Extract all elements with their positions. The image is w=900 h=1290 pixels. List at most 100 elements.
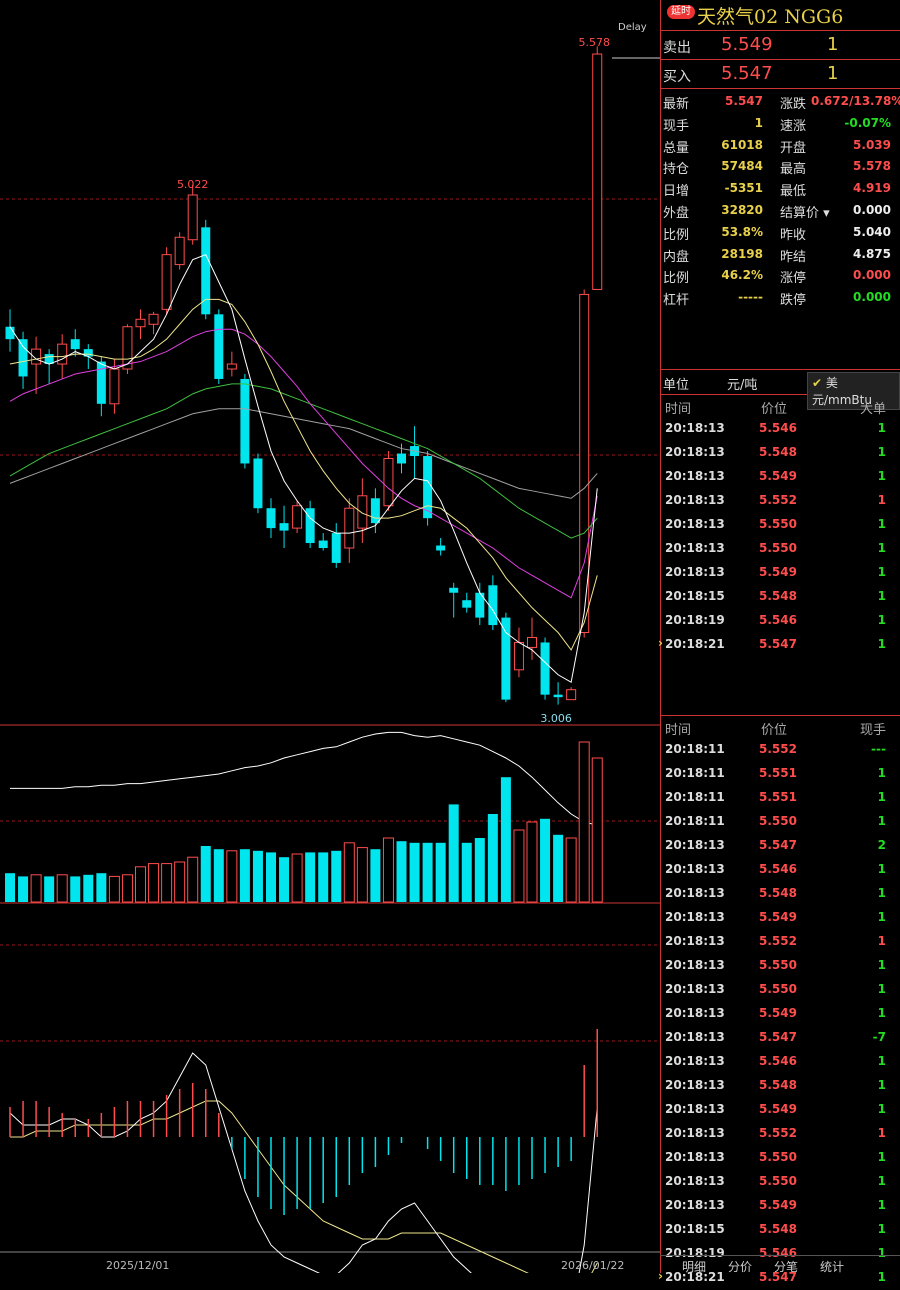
low-price-label: 3.006	[540, 712, 572, 725]
bottom-tabs: 明细 分价 分笔 统计	[660, 1255, 900, 1274]
tick-row[interactable]: 20:18:13 5.549 1	[661, 1098, 900, 1122]
volume-bar	[266, 852, 276, 902]
stat-label: 最低	[780, 184, 807, 200]
candle-body	[527, 636, 537, 648]
volume-bar	[565, 837, 577, 903]
bid-label: 买入	[663, 69, 691, 85]
stat-label: 日增	[663, 184, 690, 200]
stat-label: 涨跌	[780, 97, 807, 112]
big-order-row[interactable]: 20:18:13 5.549 1	[661, 465, 900, 489]
tick-price: 5.550	[759, 982, 797, 996]
tick-price: 5.549	[759, 910, 797, 924]
tick-time: 20:18:11	[665, 814, 725, 828]
stat-value: -0.07%	[844, 115, 891, 130]
tick-row[interactable]: 20:18:13 5.550 1	[661, 1170, 900, 1194]
tick-price: 5.550	[759, 541, 797, 555]
tick-volume: 1	[877, 1222, 886, 1236]
tick-volume: 1	[877, 982, 886, 996]
tick-price: 5.550	[759, 814, 797, 828]
tick-row[interactable]: 20:18:13 5.549 1	[661, 1002, 900, 1026]
unit-option-yuan[interactable]: 元/吨	[727, 374, 757, 393]
tick-list[interactable]: 时间 价位 现手 20:18:11 5.552 --- 20:18:11 5.551 1 2…	[658, 716, 900, 1290]
tick-time: 20:18:13	[665, 910, 725, 924]
big-order-row[interactable]: 20:18:13 5.549 1	[661, 561, 900, 585]
tick-volume: 1	[877, 637, 886, 651]
tick-time: 20:18:13	[665, 565, 725, 579]
big-order-row[interactable]: 20:18:15 5.548 1	[661, 585, 900, 609]
tick-row[interactable]: 20:18:11 5.551 1	[661, 762, 900, 786]
tick-row[interactable]: 20:18:11 5.552 ---	[661, 738, 900, 762]
tick-time: 20:18:13	[665, 886, 725, 900]
volume-bar	[591, 757, 603, 903]
tick-row[interactable]: 20:18:13 5.552 1	[661, 930, 900, 954]
tick-row[interactable]: 20:18:13 5.547 2	[661, 834, 900, 858]
last-high-price-label: 5.578	[579, 36, 611, 49]
big-order-list[interactable]: 时间 价位 大单 20:18:13 5.546 1 20:18:13 5.548 1 20:…	[658, 395, 900, 716]
tick-price: 5.550	[759, 517, 797, 531]
tick-row[interactable]: 20:18:13 5.547 -7	[661, 1026, 900, 1050]
stat-label: 内盘	[663, 249, 690, 265]
volume-bar	[343, 842, 355, 903]
col-time: 时间	[665, 402, 692, 417]
tick-row[interactable]: 20:18:13 5.546 1	[661, 858, 900, 882]
candle-body	[18, 339, 28, 377]
kline-chart-area[interactable]: Delay 5.022 5.578 3.006	[0, 0, 660, 1290]
tick-volume: 1	[877, 934, 886, 948]
big-order-row[interactable]: 20:18:13 5.548 1	[661, 441, 900, 465]
stat-row: 比例 46.2% 涨停 0.000	[661, 265, 900, 287]
ask-row[interactable]: 卖出 5.549 1	[661, 31, 900, 60]
tab-trades[interactable]: 分笔	[774, 1258, 798, 1275]
tick-price: 5.551	[759, 766, 797, 780]
stat-label: 外盘	[663, 205, 690, 221]
tick-row[interactable]: 20:18:11 5.551 1	[661, 786, 900, 810]
tick-row[interactable]: 20:18:13 5.552 1	[661, 1122, 900, 1146]
volume-bar	[135, 866, 146, 903]
volume-bar	[30, 874, 42, 903]
big-order-row[interactable]: 20:18:13 5.552 1	[661, 489, 900, 513]
tick-row[interactable]: 20:18:13 5.549 1	[661, 1194, 900, 1218]
stat-row: 总量 61018 开盘 5.039	[661, 135, 900, 157]
big-order-row[interactable]: 20:18:13 5.550 1	[661, 537, 900, 561]
stat-label: 现手	[663, 118, 690, 134]
big-order-row[interactable]: 20:18:13 5.546 1	[661, 417, 900, 441]
volume-bar	[435, 842, 446, 902]
tab-detail[interactable]: 明细	[682, 1258, 706, 1275]
tick-row[interactable]: 20:18:13 5.548 1	[661, 1074, 900, 1098]
ask-label: 卖出	[663, 40, 691, 56]
tab-statistics[interactable]: 统计	[820, 1258, 844, 1275]
stat-row: 最新 5.547 涨跌 0.672/13.78%	[661, 91, 900, 113]
candle-body	[318, 540, 328, 548]
tick-volume: 1	[877, 469, 886, 483]
tick-time: 20:18:13	[665, 421, 725, 435]
tick-row[interactable]: 20:18:11 5.550 1	[661, 810, 900, 834]
stat-value: 0.000	[853, 290, 891, 305]
tick-row[interactable]: 20:18:13 5.550 1	[661, 954, 900, 978]
volume-bar	[513, 829, 525, 903]
x-tick-label: 2025/12/01	[106, 1259, 170, 1272]
bid-price: 5.547	[721, 63, 773, 84]
volume-bar	[526, 821, 538, 903]
stat-value: 4.875	[853, 246, 891, 261]
stat-row: 杠杆 ----- 跌停 0.000	[661, 287, 900, 309]
tick-price: 5.546	[759, 1054, 797, 1068]
tab-price-level[interactable]: 分价	[728, 1258, 752, 1275]
col-time: 时间	[665, 723, 692, 738]
stat-label: 昨结	[780, 249, 807, 265]
kline-chart[interactable]: Delay 5.022 5.578 3.006	[0, 0, 660, 1290]
tick-price: 5.552	[759, 742, 797, 756]
volume-bar	[553, 834, 564, 902]
volume-bar	[448, 804, 459, 902]
big-order-row[interactable]: 20:18:13 5.550 1	[661, 513, 900, 537]
stat-label: 最高	[780, 162, 807, 178]
tick-row[interactable]: 20:18:13 5.549 1	[661, 906, 900, 930]
candle-body	[553, 694, 563, 698]
tick-row[interactable]: 20:18:15 5.548 1	[661, 1218, 900, 1242]
bid-row[interactable]: 买入 5.547 1	[661, 60, 900, 89]
tick-row[interactable]: 20:18:13 5.546 1	[661, 1050, 900, 1074]
tick-row[interactable]: 20:18:13 5.550 1	[661, 978, 900, 1002]
tick-row[interactable]: 20:18:13 5.548 1	[661, 882, 900, 906]
tick-row[interactable]: 20:18:13 5.550 1	[661, 1146, 900, 1170]
big-order-row[interactable]: 20:18:19 5.546 1	[661, 609, 900, 633]
big-order-row[interactable]: › 20:18:21 5.547 1	[658, 633, 900, 657]
stat-value: 0.672/13.78%	[811, 94, 900, 108]
